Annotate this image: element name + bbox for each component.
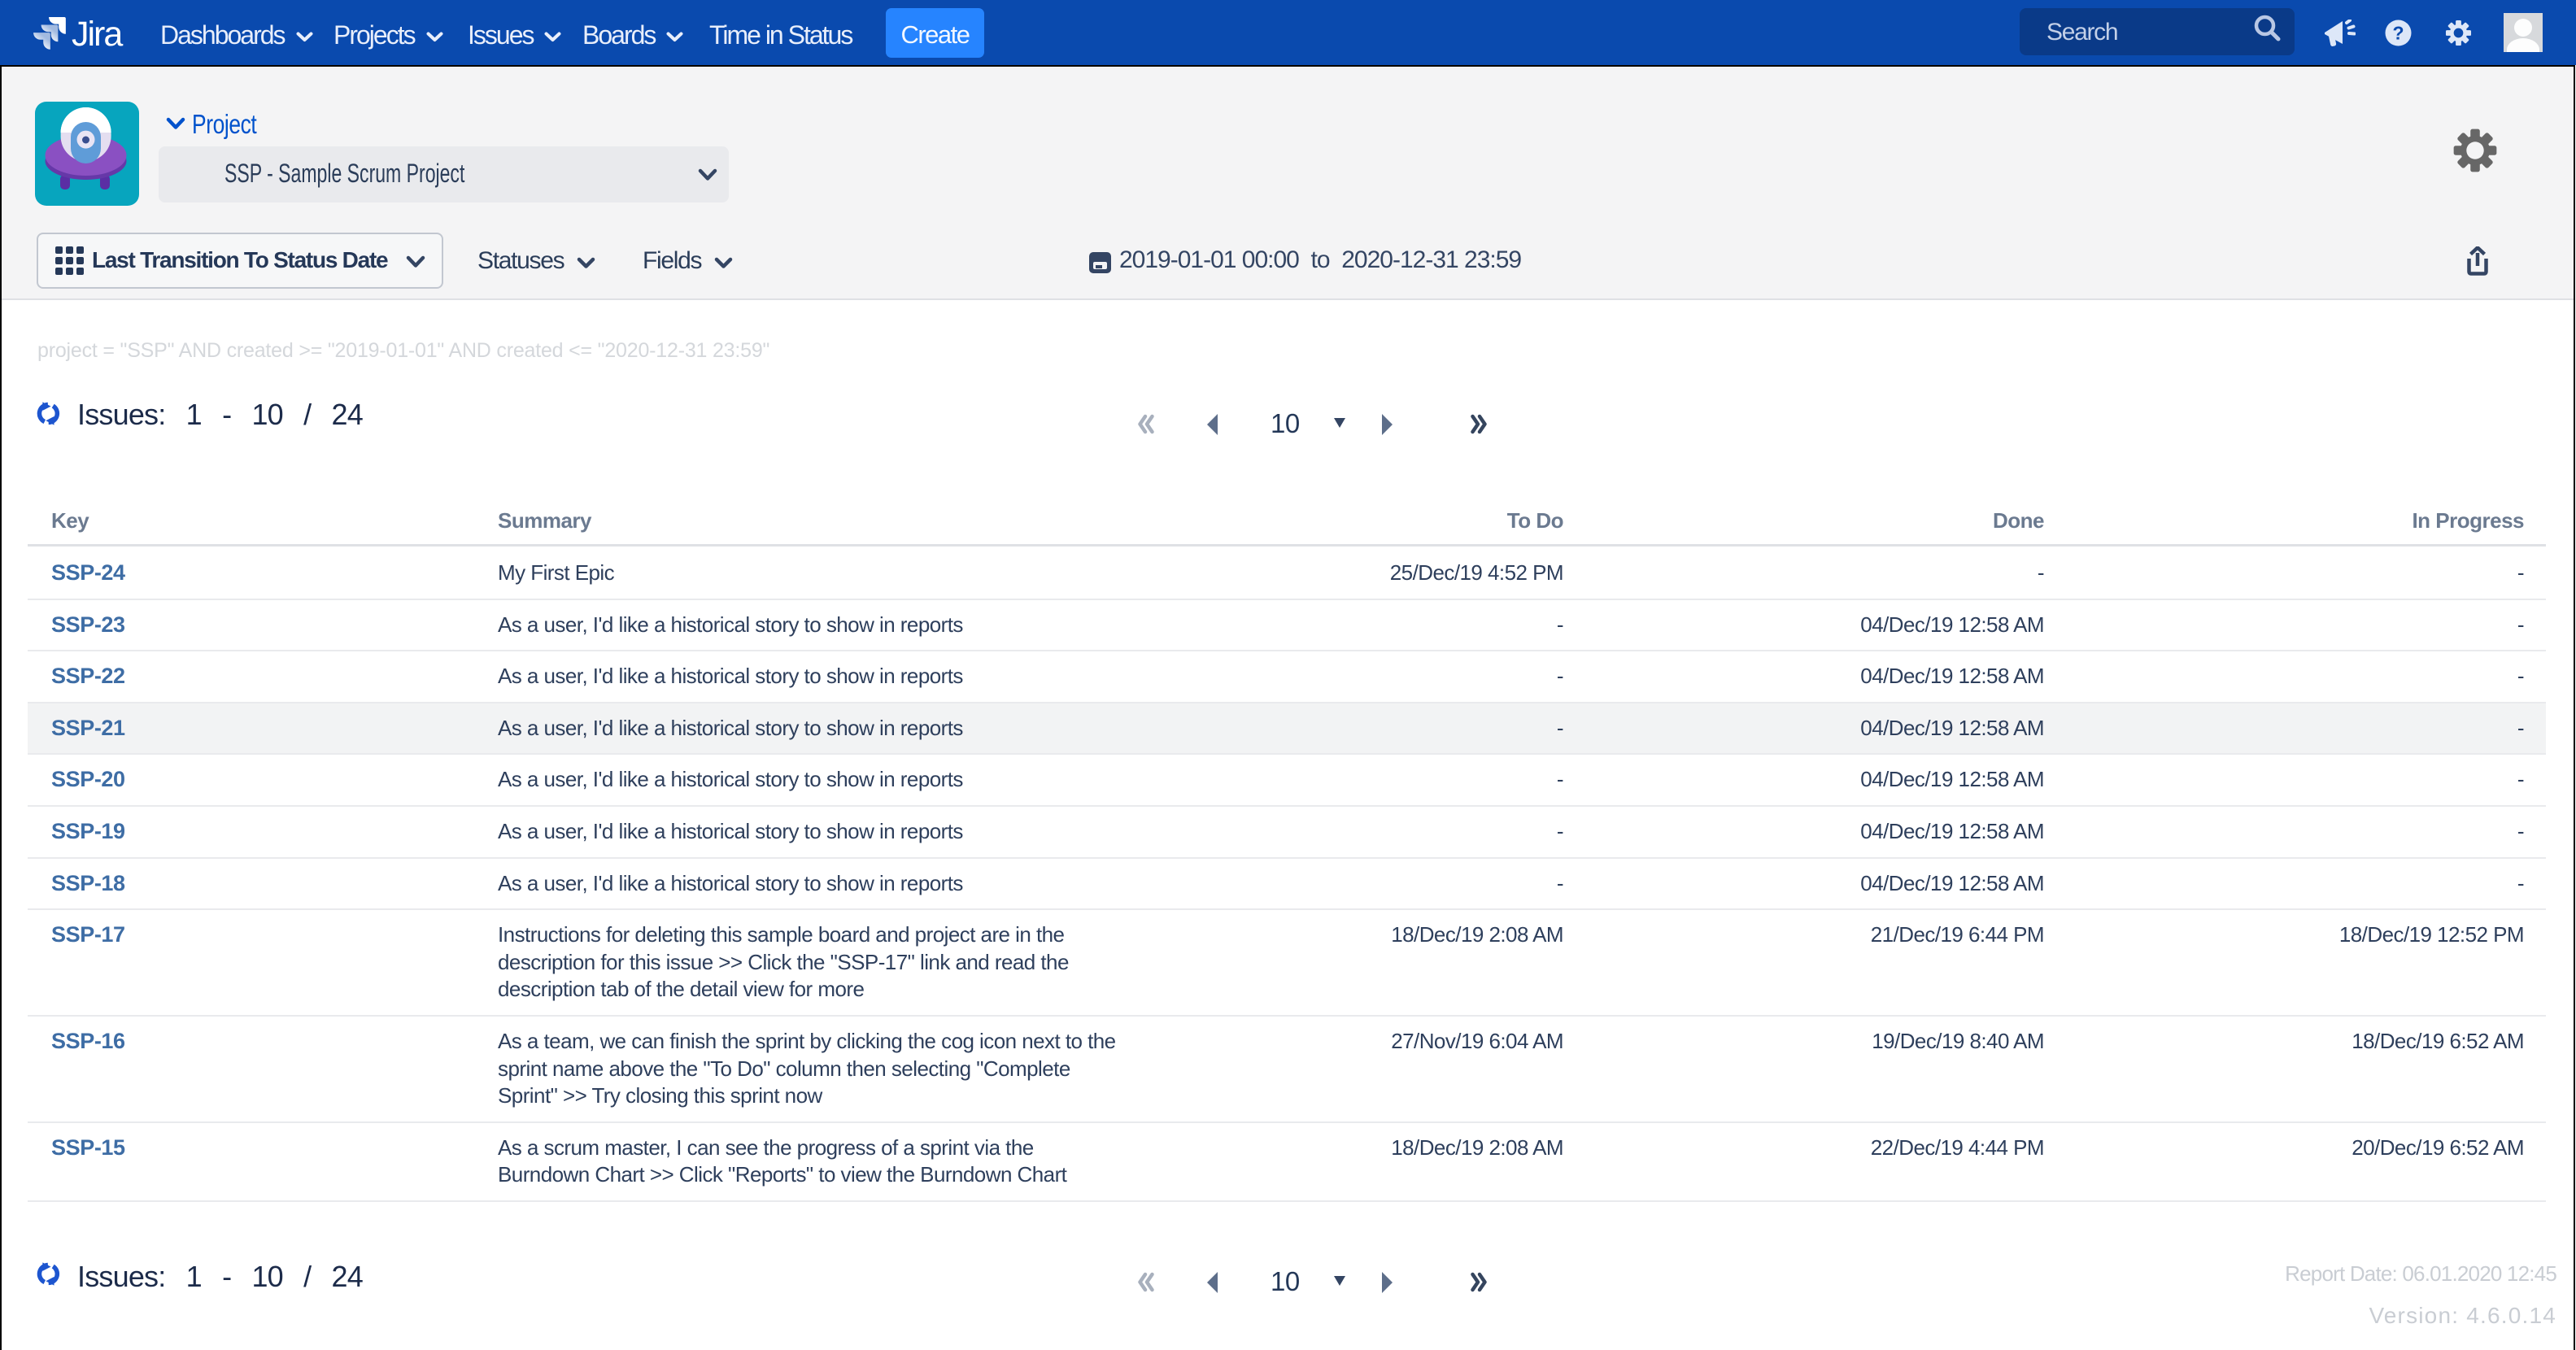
svg-text:?: ?	[2392, 23, 2404, 44]
